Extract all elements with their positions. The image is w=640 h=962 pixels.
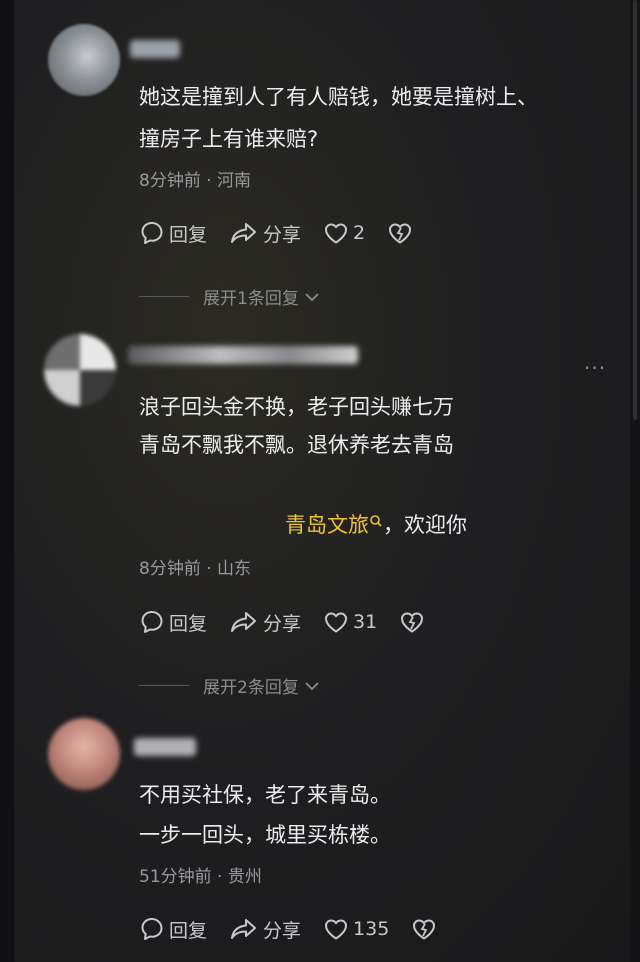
expand-label: 展开1条回复	[203, 289, 299, 309]
share-label: 分享	[263, 612, 302, 635]
like-button[interactable]: 2	[323, 221, 365, 245]
broken-heart-icon	[389, 223, 412, 244]
more-options-icon[interactable]: ···	[584, 356, 606, 380]
comment-meta: 8分钟前 · 山东	[139, 559, 252, 579]
comment-feed: 她这是撞到人了有人赔钱，她要是撞树上、 撞房子上有谁来赔? 8分钟前 · 河南 …	[0, 0, 640, 962]
share-arrow-icon	[231, 223, 257, 243]
like-count: 2	[353, 222, 366, 244]
comment-text-line: 一步一回头，城里买栋楼。	[139, 823, 391, 847]
reply-label: 回复	[169, 919, 208, 942]
share-arrow-icon	[231, 919, 257, 939]
share-label: 分享	[263, 919, 302, 942]
comment-text-line: 青岛不飘我不飘。退休养老去青岛	[139, 433, 454, 457]
dislike-button[interactable]	[399, 610, 429, 634]
heart-icon	[325, 223, 348, 244]
comment-meta: 8分钟前 · 河南	[139, 171, 252, 191]
like-count: 135	[353, 918, 390, 940]
reply-button[interactable]: 回复	[139, 220, 207, 247]
username-blurred[interactable]	[134, 738, 196, 756]
divider-line	[139, 296, 189, 297]
reply-button[interactable]: 回复	[139, 609, 207, 636]
search-icon[interactable]	[369, 514, 383, 528]
username-blurred[interactable]	[128, 346, 358, 364]
dislike-button[interactable]	[411, 917, 441, 941]
comment-actions: 回复 分享 31	[139, 607, 451, 637]
topic-link[interactable]: 青岛文旅	[285, 513, 369, 537]
share-label: 分享	[263, 223, 302, 246]
like-count: 31	[353, 611, 378, 633]
expand-replies[interactable]: 展开1条回复	[139, 284, 322, 309]
chevron-down-icon	[305, 292, 319, 301]
comment-bubble-icon	[141, 611, 163, 633]
share-button[interactable]: 分享	[229, 220, 301, 247]
expand-replies[interactable]: 展开2条回复	[139, 673, 322, 698]
expand-label: 展开2条回复	[203, 678, 299, 698]
comment-meta: 51分钟前 · 贵州	[139, 867, 262, 887]
reply-label: 回复	[169, 223, 208, 246]
comment-text-line: 浪子回头金不换，老子回头赚七万	[139, 395, 454, 419]
reply-label: 回复	[169, 612, 208, 635]
dislike-button[interactable]	[387, 221, 417, 245]
broken-heart-icon	[401, 612, 424, 633]
chevron-down-icon	[305, 681, 319, 690]
heart-icon	[325, 612, 348, 633]
left-edge	[0, 0, 14, 962]
comment-actions: 回复 分享 2	[139, 218, 439, 248]
like-button[interactable]: 135	[323, 917, 389, 941]
comment-link-line: 青岛文旅 ，欢迎你	[285, 506, 467, 544]
reply-button[interactable]: 回复	[139, 916, 207, 943]
comment-text-line: 撞房子上有谁来赔?	[139, 127, 319, 151]
comment-text-line: 不用买社保，老了来青岛。	[139, 783, 391, 807]
comment-bubble-icon	[141, 918, 163, 940]
share-button[interactable]: 分享	[229, 609, 301, 636]
divider-line	[139, 685, 189, 686]
broken-heart-icon	[413, 919, 436, 940]
avatar[interactable]	[44, 334, 116, 406]
share-button[interactable]: 分享	[229, 916, 301, 943]
comment-text-line: 她这是撞到人了有人赔钱，她要是撞树上、	[139, 85, 538, 109]
avatar[interactable]	[48, 24, 120, 96]
avatar[interactable]	[48, 718, 120, 790]
link-suffix: ，欢迎你	[383, 513, 467, 537]
comment-bubble-icon	[141, 222, 163, 244]
username-blurred[interactable]	[130, 40, 180, 58]
comment-actions: 回复 分享 135	[139, 914, 463, 944]
share-arrow-icon	[231, 612, 257, 632]
heart-icon	[325, 919, 348, 940]
like-button[interactable]: 31	[323, 610, 377, 634]
scrollbar-thumb[interactable]	[633, 0, 637, 420]
